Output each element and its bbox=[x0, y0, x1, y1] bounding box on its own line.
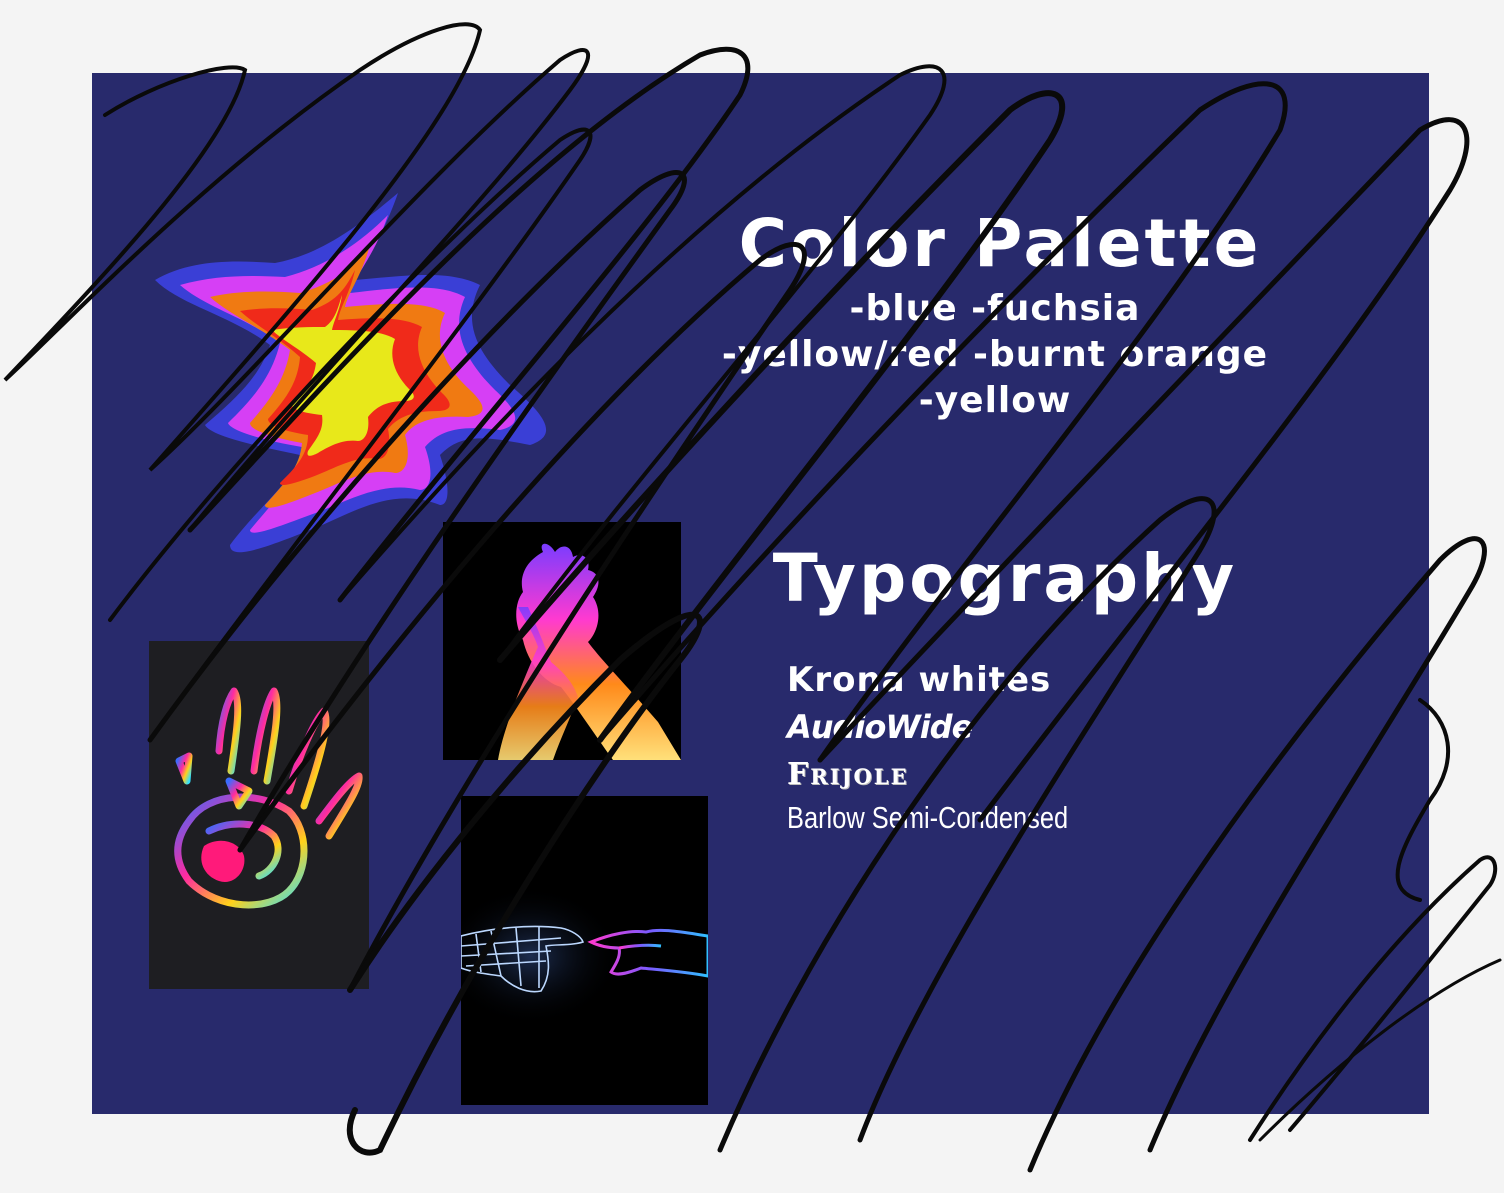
palette-colors-line-1: -blue -fuchsia bbox=[849, 288, 1141, 329]
typography-title: Typography bbox=[772, 540, 1238, 617]
abstract-flame-shape-icon bbox=[150, 185, 570, 565]
palette-colors-line-3: -yellow bbox=[918, 380, 1072, 421]
thermal-hands-icon bbox=[443, 522, 681, 760]
wireframe-hands-touching-icon bbox=[461, 796, 708, 1105]
font-name-krona: Krona whites bbox=[787, 660, 1052, 700]
neon-handprint-icon bbox=[149, 641, 369, 989]
color-palette-title: Color Palette bbox=[738, 205, 1262, 282]
palette-colors-line-2: -yellow/red -burnt orange bbox=[721, 334, 1269, 375]
font-name-barlow: Barlow Semi-Condensed bbox=[787, 800, 1069, 835]
font-name-frijole: Frijole bbox=[787, 757, 909, 792]
font-name-audiowide: AudioWide bbox=[787, 708, 973, 746]
